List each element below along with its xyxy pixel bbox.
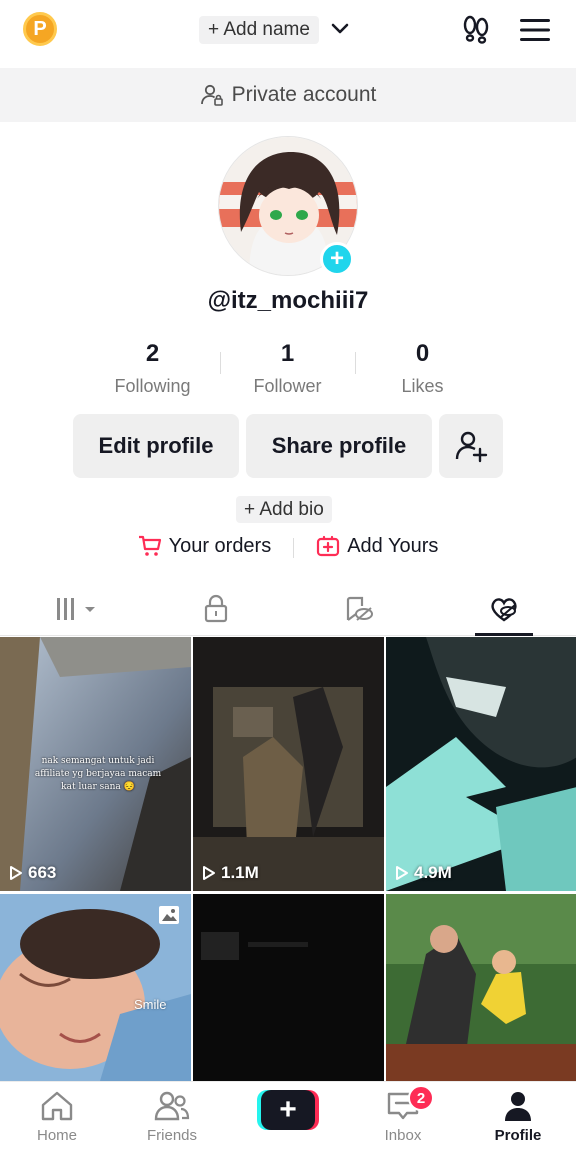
add-yours-link[interactable]: Add Yours bbox=[316, 534, 438, 558]
video-thumbnail-image bbox=[193, 637, 384, 891]
avatar[interactable]: + bbox=[218, 136, 358, 276]
coin-icon[interactable]: P bbox=[23, 12, 57, 46]
nav-friends-label: Friends bbox=[146, 1127, 198, 1144]
add-yours-icon bbox=[317, 535, 340, 557]
add-friend-button[interactable] bbox=[439, 414, 503, 478]
create-button[interactable]: + bbox=[257, 1090, 319, 1130]
nav-profile[interactable]: Profile bbox=[473, 1090, 563, 1144]
add-name-button[interactable]: + Add name bbox=[199, 16, 319, 44]
add-yours-label: Add Yours bbox=[347, 534, 439, 557]
play-icon bbox=[396, 866, 408, 880]
add-avatar-button[interactable]: + bbox=[320, 242, 354, 276]
profile-stats: 2 Following 1 Follower 0 Likes bbox=[85, 340, 491, 400]
play-count: 1.1M bbox=[202, 863, 259, 883]
top-bar: P + Add name bbox=[0, 0, 576, 64]
photo-caption: Smile bbox=[134, 997, 167, 1012]
active-tab-indicator bbox=[475, 633, 533, 636]
following-label: Following bbox=[114, 376, 191, 396]
view-count: 663 bbox=[28, 863, 57, 882]
video-caption: nak semangat untuk jadi affiliate yg ber… bbox=[34, 756, 162, 792]
photo-icon bbox=[159, 906, 179, 924]
play-icon bbox=[10, 866, 22, 880]
play-count: 4.9M bbox=[395, 863, 452, 883]
menu-icon[interactable] bbox=[520, 18, 550, 42]
follower-count: 1 bbox=[280, 340, 295, 367]
stat-divider bbox=[355, 352, 356, 374]
username: @itz_mochiii7 bbox=[207, 287, 369, 314]
your-orders-link[interactable]: Your orders bbox=[138, 534, 272, 558]
nav-friends[interactable]: Friends bbox=[127, 1090, 217, 1144]
share-profile-button[interactable]: Share profile bbox=[246, 414, 432, 478]
add-bio-button[interactable]: + Add bio bbox=[236, 496, 332, 523]
nav-home[interactable]: Home bbox=[12, 1090, 102, 1144]
photo-thumbnail[interactable]: Smile bbox=[0, 894, 191, 1081]
inbox-badge: 2 bbox=[408, 1085, 434, 1111]
tab-private-lock-icon[interactable] bbox=[201, 594, 231, 624]
stat-divider bbox=[220, 352, 221, 374]
stat-likes[interactable]: 0 Likes bbox=[355, 340, 490, 400]
play-count: 663 bbox=[9, 863, 56, 883]
cart-icon bbox=[138, 535, 161, 556]
likes-count: 0 bbox=[415, 340, 430, 367]
plus-icon: + bbox=[261, 1090, 315, 1130]
photo-thumbnail-image bbox=[386, 894, 576, 1081]
likes-label: Likes bbox=[401, 376, 444, 396]
content-tabs bbox=[0, 582, 576, 636]
tab-hidden-favorites-icon[interactable] bbox=[344, 594, 374, 624]
edit-profile-button[interactable]: Edit profile bbox=[73, 414, 239, 478]
video-thumbnail[interactable] bbox=[193, 894, 384, 1081]
footprints-icon[interactable] bbox=[460, 14, 492, 46]
video-thumbnail[interactable]: 4.9M bbox=[386, 637, 576, 891]
link-divider bbox=[293, 538, 295, 558]
nav-inbox-label: Inbox bbox=[384, 1127, 422, 1144]
follower-label: Follower bbox=[253, 376, 322, 396]
nav-home-label: Home bbox=[36, 1127, 77, 1144]
add-user-icon bbox=[455, 431, 488, 463]
video-thumbnail-image bbox=[386, 637, 576, 891]
stat-followers[interactable]: 1 Follower bbox=[220, 340, 355, 400]
profile-icon bbox=[505, 1092, 531, 1121]
private-account-banner: Private account bbox=[0, 68, 576, 122]
video-thumbnail[interactable]: nak semangat untuk jadi affiliate yg ber… bbox=[0, 637, 191, 891]
friends-icon bbox=[154, 1091, 190, 1121]
tab-liked-hidden-icon[interactable] bbox=[489, 594, 519, 624]
video-thumbnail[interactable]: 1.1M bbox=[193, 637, 384, 891]
nav-profile-label: Profile bbox=[494, 1127, 542, 1144]
stat-following[interactable]: 2 Following bbox=[85, 340, 220, 400]
your-orders-label: Your orders bbox=[168, 534, 272, 557]
view-count: 4.9M bbox=[414, 863, 452, 882]
user-lock-icon bbox=[200, 84, 223, 106]
home-icon bbox=[41, 1091, 73, 1121]
private-account-label: Private account bbox=[231, 83, 377, 106]
play-icon bbox=[203, 866, 215, 880]
nav-inbox[interactable]: Inbox 2 bbox=[358, 1085, 448, 1144]
video-thumbnail-image bbox=[193, 894, 384, 1081]
view-count: 1.1M bbox=[221, 863, 259, 882]
photo-thumbnail[interactable] bbox=[386, 894, 576, 1081]
profile-links: Your orders Add Yours bbox=[0, 534, 576, 558]
video-grid: nak semangat untuk jadi affiliate yg ber… bbox=[0, 637, 576, 1081]
chevron-down-icon[interactable] bbox=[330, 19, 350, 39]
bottom-nav: Home Friends + Inbox 2 Profile bbox=[0, 1081, 576, 1151]
following-count: 2 bbox=[145, 340, 160, 367]
tab-videos-grid[interactable] bbox=[55, 594, 99, 624]
